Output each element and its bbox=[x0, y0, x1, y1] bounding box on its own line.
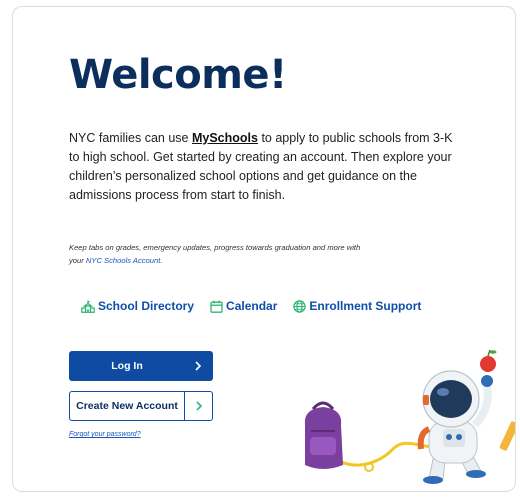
chevron-right-icon bbox=[184, 352, 212, 380]
account-tagline: Keep tabs on grades, emergency updates, … bbox=[69, 241, 369, 267]
chevron-right-icon bbox=[184, 392, 212, 420]
nyc-schools-account-link[interactable]: NYC Schools Account bbox=[86, 256, 160, 265]
backpack-icon bbox=[304, 401, 343, 469]
school-directory-label: School Directory bbox=[98, 299, 195, 313]
myschools-link[interactable]: MySchools bbox=[192, 131, 258, 145]
intro-text-start: NYC families can use bbox=[69, 131, 192, 145]
astronaut-icon bbox=[417, 370, 493, 484]
calendar-label: Calendar bbox=[226, 299, 278, 313]
intro-paragraph: NYC families can use MySchools to apply … bbox=[69, 129, 461, 205]
school-directory-link[interactable]: School Directory bbox=[81, 299, 194, 313]
welcome-card: Welcome! NYC families can use MySchools … bbox=[12, 6, 516, 492]
tagline-period: . bbox=[160, 256, 163, 265]
page-title: Welcome! bbox=[69, 52, 287, 98]
calendar-icon bbox=[210, 300, 223, 313]
astronaut-illustration bbox=[283, 337, 515, 487]
enrollment-support-link[interactable]: Enrollment Support bbox=[293, 299, 421, 313]
create-account-label: Create New Account bbox=[76, 400, 178, 412]
apple-icon bbox=[480, 349, 497, 372]
log-in-button[interactable]: Log In bbox=[69, 351, 213, 381]
create-account-button[interactable]: Create New Account bbox=[69, 391, 213, 421]
log-in-label: Log In bbox=[111, 360, 143, 372]
school-icon bbox=[81, 300, 95, 313]
forgot-password-link[interactable]: Forgot your password? bbox=[69, 431, 141, 438]
globe-icon bbox=[293, 299, 307, 313]
quick-links: School Directory Calendar Enrollment Sup… bbox=[81, 299, 421, 313]
enrollment-support-label: Enrollment Support bbox=[309, 299, 422, 313]
calendar-link[interactable]: Calendar bbox=[210, 299, 277, 313]
pencil-icon bbox=[499, 421, 515, 451]
